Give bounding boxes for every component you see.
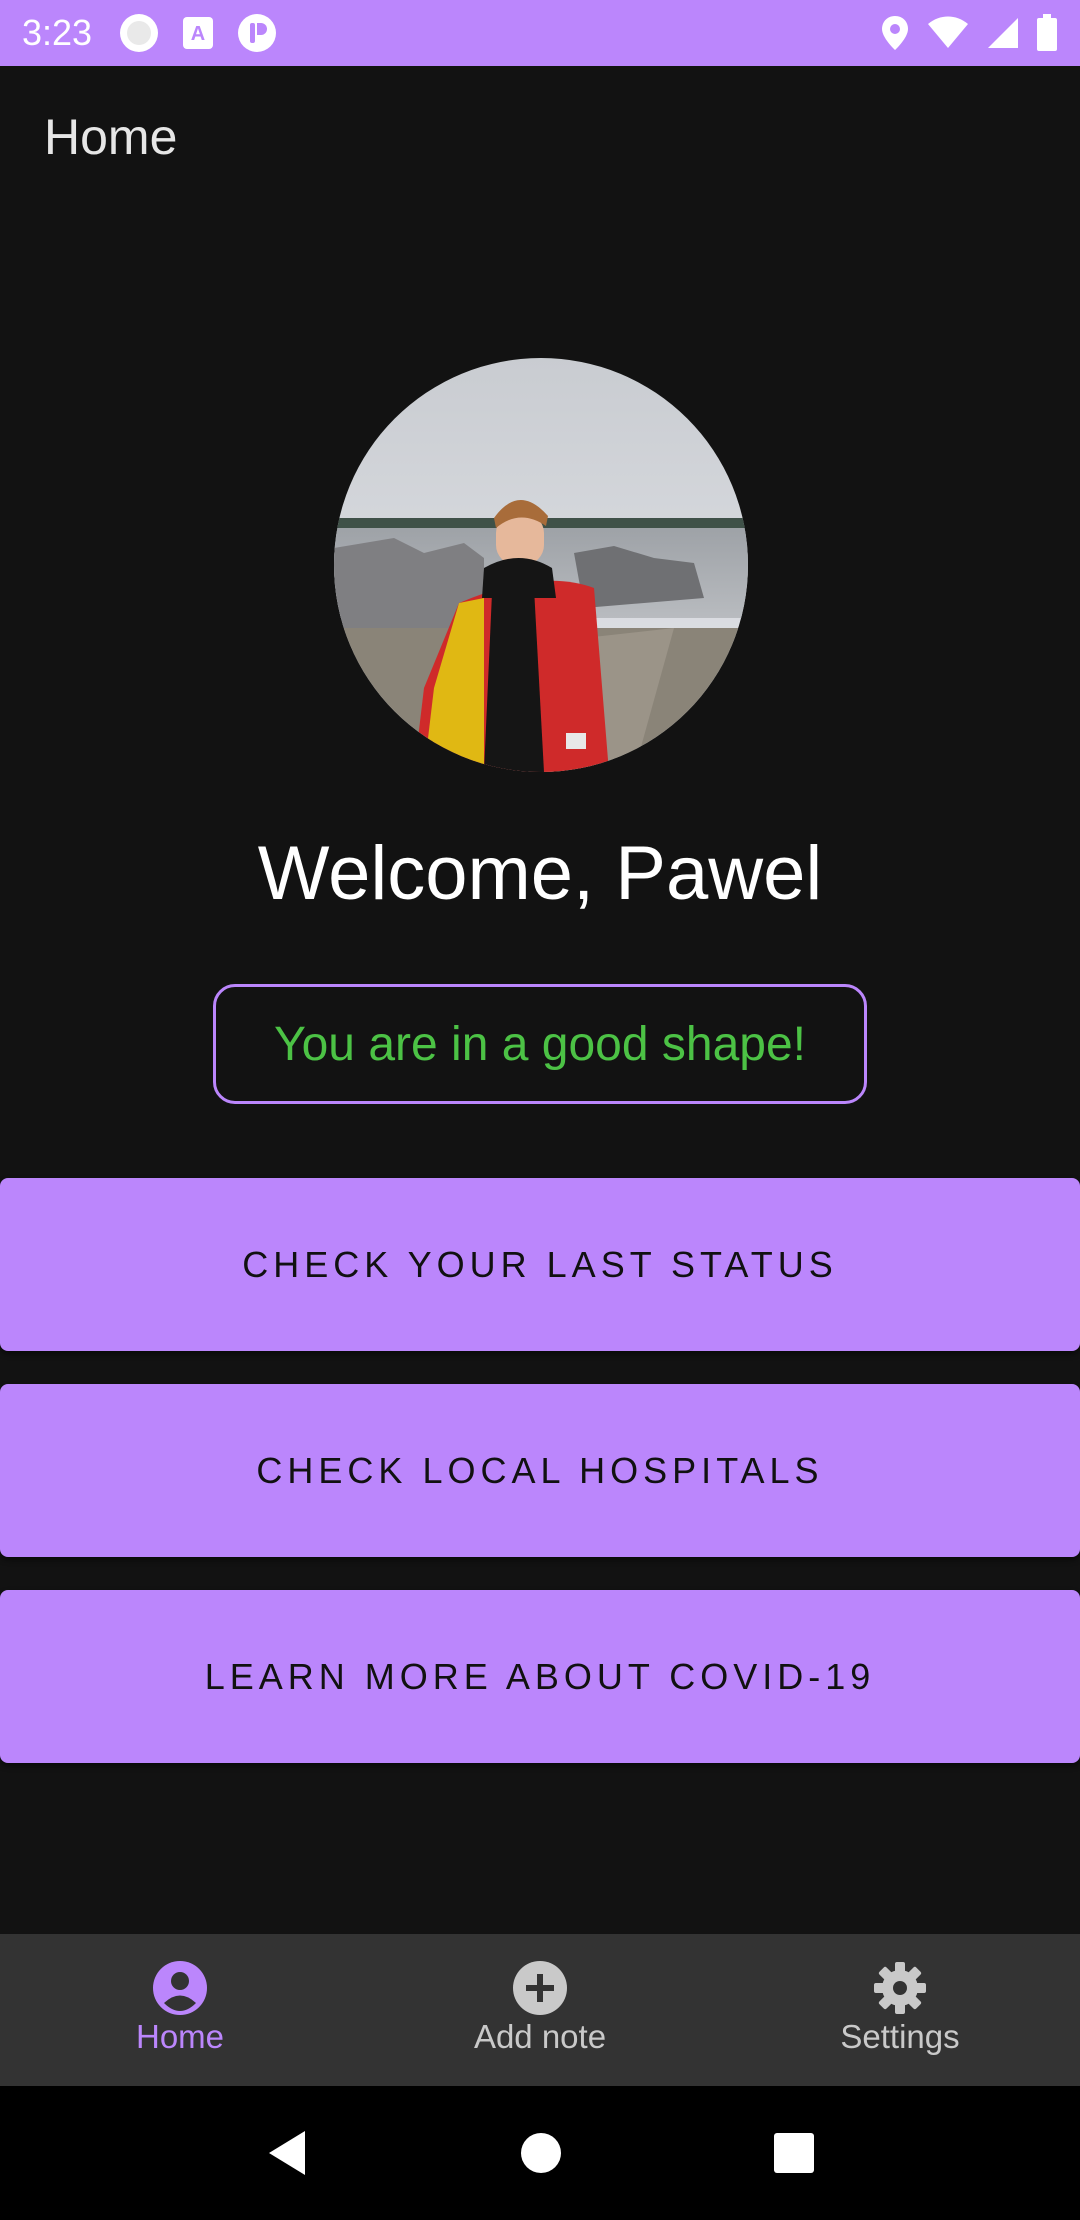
svg-text:A: A (191, 23, 205, 45)
check-last-status-label: CHECK YOUR LAST STATUS (242, 1243, 838, 1285)
back-button[interactable] (265, 2129, 309, 2177)
home-circle-icon (520, 2133, 561, 2173)
app-notification-icon (238, 14, 277, 52)
health-status-badge: You are in a good shape! (213, 984, 867, 1104)
account-circle-icon (153, 1961, 207, 2015)
gear-icon (874, 1962, 926, 2014)
status-time: 3:23 (22, 12, 93, 53)
wifi-icon (928, 16, 968, 48)
status-bar: 3:23 A (0, 0, 1080, 66)
welcome-text: Welcome, Pawel (257, 831, 823, 916)
top-app-bar: Home (0, 66, 1080, 226)
battery-icon (1037, 14, 1057, 51)
check-local-hospitals-label: CHECK LOCAL HOSPITALS (256, 1449, 824, 1491)
home-system-button[interactable] (520, 2132, 562, 2174)
profile-photo (334, 358, 748, 772)
status-right-icons (880, 14, 1058, 52)
nav-item-add-note[interactable]: Add note (360, 1934, 720, 2086)
page-title: Home (44, 109, 178, 165)
learn-more-covid-label: LEARN MORE ABOUT COVID-19 (204, 1655, 876, 1697)
check-last-status-button[interactable]: CHECK YOUR LAST STATUS (0, 1178, 1080, 1351)
nav-label-add-note: Add note (473, 2018, 607, 2055)
back-triangle-icon (269, 2131, 306, 2175)
nav-label-settings: Settings (840, 2018, 960, 2055)
nav-item-home[interactable]: Home (0, 1934, 360, 2086)
status-left-icons: A (118, 12, 278, 54)
health-status-text: You are in a good shape! (273, 1017, 806, 1071)
check-local-hospitals-button[interactable]: CHECK LOCAL HOSPITALS (0, 1384, 1080, 1557)
text-a-icon: A (183, 17, 214, 49)
add-circle-icon (513, 1961, 567, 2015)
nav-item-settings[interactable]: Settings (720, 1934, 1080, 2086)
avatar (334, 358, 748, 772)
nav-label-home: Home (135, 2018, 225, 2055)
recents-button[interactable] (773, 2132, 815, 2174)
system-navigation-bar (0, 2086, 1080, 2220)
location-icon (882, 16, 908, 50)
home-screen: 3:23 A Home Welcome, Pawel You are in a … (0, 0, 1080, 2220)
cell-signal-icon (988, 18, 1018, 48)
learn-more-covid-button[interactable]: LEARN MORE ABOUT COVID-19 (0, 1590, 1080, 1763)
bottom-navigation: Home Add note Settings (0, 1934, 1080, 2086)
circle-notification-icon (120, 14, 159, 52)
recents-square-icon (773, 2133, 814, 2173)
